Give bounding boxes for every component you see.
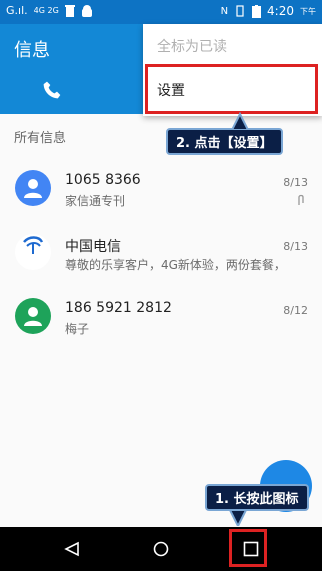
vibrate-icon (236, 5, 244, 17)
settings-highlight-box (145, 64, 318, 114)
back-icon[interactable] (64, 541, 80, 557)
phone-icon[interactable] (42, 80, 62, 100)
conversation-date: 8/12 (283, 304, 308, 317)
menu-item-label: 全标为已读 (157, 39, 227, 55)
conversation-item[interactable]: 中国电信 尊敬的乐享客户，4G新体验，两份套餐， 8/13 (0, 232, 322, 292)
avatar (15, 298, 51, 334)
navigation-bar (0, 527, 322, 571)
person-icon (24, 307, 42, 326)
status-left: G.ıl. 4G 2G (6, 4, 93, 17)
china-telecom-logo-icon (23, 236, 44, 254)
attachment-icon (298, 194, 304, 205)
conversation-item[interactable]: 186 5921 2812 梅子 8/12 (0, 296, 322, 356)
avatar (15, 170, 51, 206)
network-indicator: 4G 2G (33, 6, 59, 15)
battery-icon (252, 4, 262, 18)
annotation-step1-text: 1. 长按此图标 (215, 492, 299, 507)
conversation-name: 中国电信 (65, 239, 121, 255)
avatar (15, 234, 51, 270)
status-bar: G.ıl. 4G 2G N 4:20 下午 (0, 0, 322, 24)
android-icon (81, 4, 92, 17)
trash-icon (64, 4, 75, 17)
annotation-step2-text: 2. 点击【设置】 (176, 136, 273, 151)
home-icon[interactable] (153, 541, 169, 557)
annotation-step1: 1. 长按此图标 (205, 484, 309, 511)
conversation-name: 186 5921 2812 (65, 300, 172, 316)
status-ampm: 下午 (300, 6, 316, 16)
status-time: 4:20 (267, 4, 294, 18)
conversation-date: 8/13 (283, 176, 308, 189)
conversation-name: 1065 8366 (65, 172, 141, 188)
section-header: 所有信息 (14, 131, 67, 146)
page-title: 信息 (14, 40, 50, 61)
person-icon (24, 179, 42, 198)
conversation-preview: 梅子 (65, 322, 90, 336)
callout-tail-icon (230, 112, 250, 130)
recent-apps-highlight-box (229, 529, 267, 567)
status-right: N 4:20 下午 (221, 4, 316, 18)
signal-indicator: G.ıl. (6, 4, 28, 17)
menu-item-mark-all-read[interactable]: 全标为已读 (143, 24, 322, 68)
annotation-step2: 2. 点击【设置】 (166, 128, 283, 155)
conversation-item[interactable]: 1065 8366 家信通专刊 8/13 (0, 168, 322, 228)
conversation-date: 8/13 (283, 240, 308, 253)
conversation-preview: 尊敬的乐享客户，4G新体验，两份套餐， (65, 258, 286, 272)
callout-tail-icon (228, 510, 248, 526)
nfc-icon: N (220, 5, 229, 17)
conversation-preview: 家信通专刊 (65, 194, 126, 208)
